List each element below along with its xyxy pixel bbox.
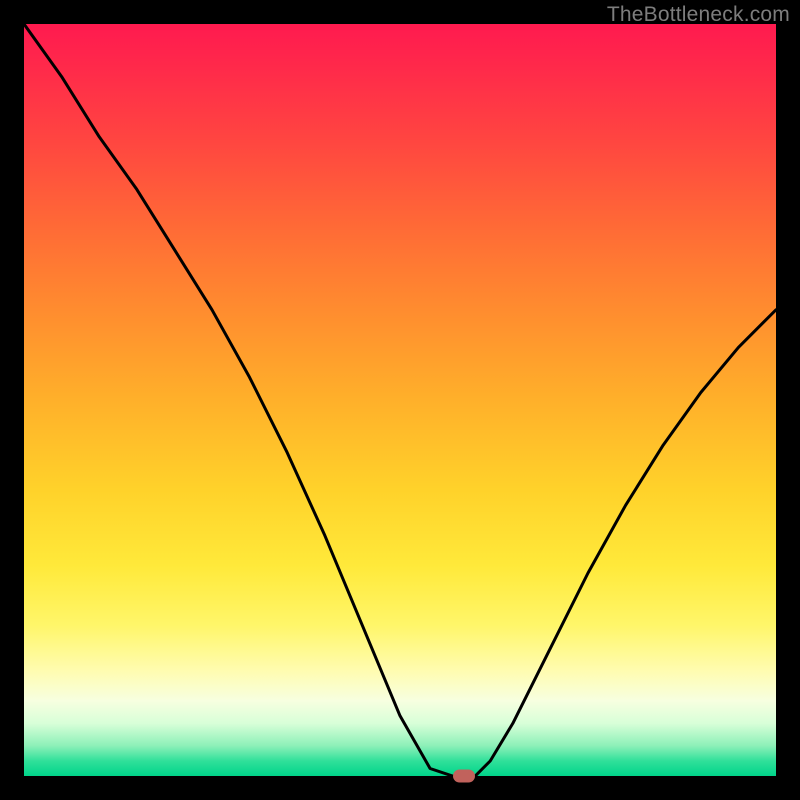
plot-area [24, 24, 776, 776]
bottleneck-curve [24, 24, 776, 776]
optimal-marker [453, 770, 475, 783]
chart-frame: TheBottleneck.com [0, 0, 800, 800]
